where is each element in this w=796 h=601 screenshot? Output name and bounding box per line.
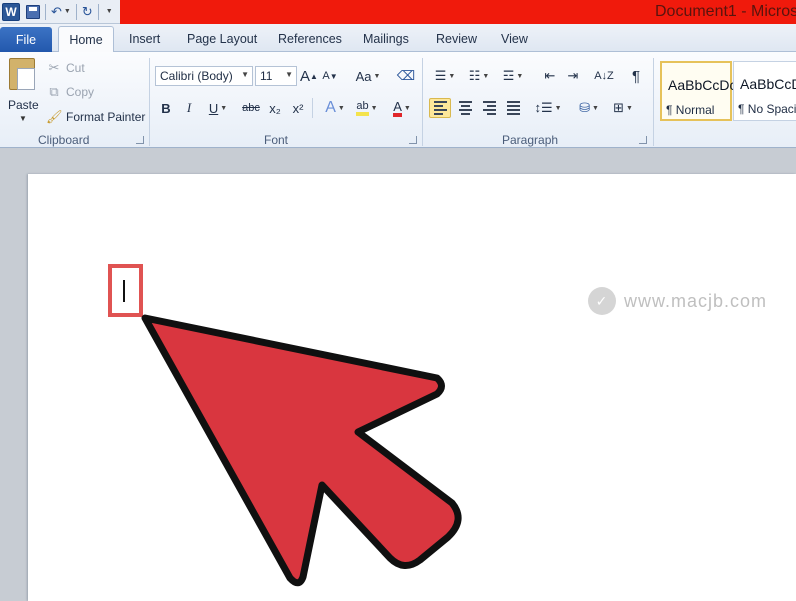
pointer-arrow-overlay bbox=[141, 314, 462, 587]
pointer-arrow-icon bbox=[141, 314, 462, 587]
